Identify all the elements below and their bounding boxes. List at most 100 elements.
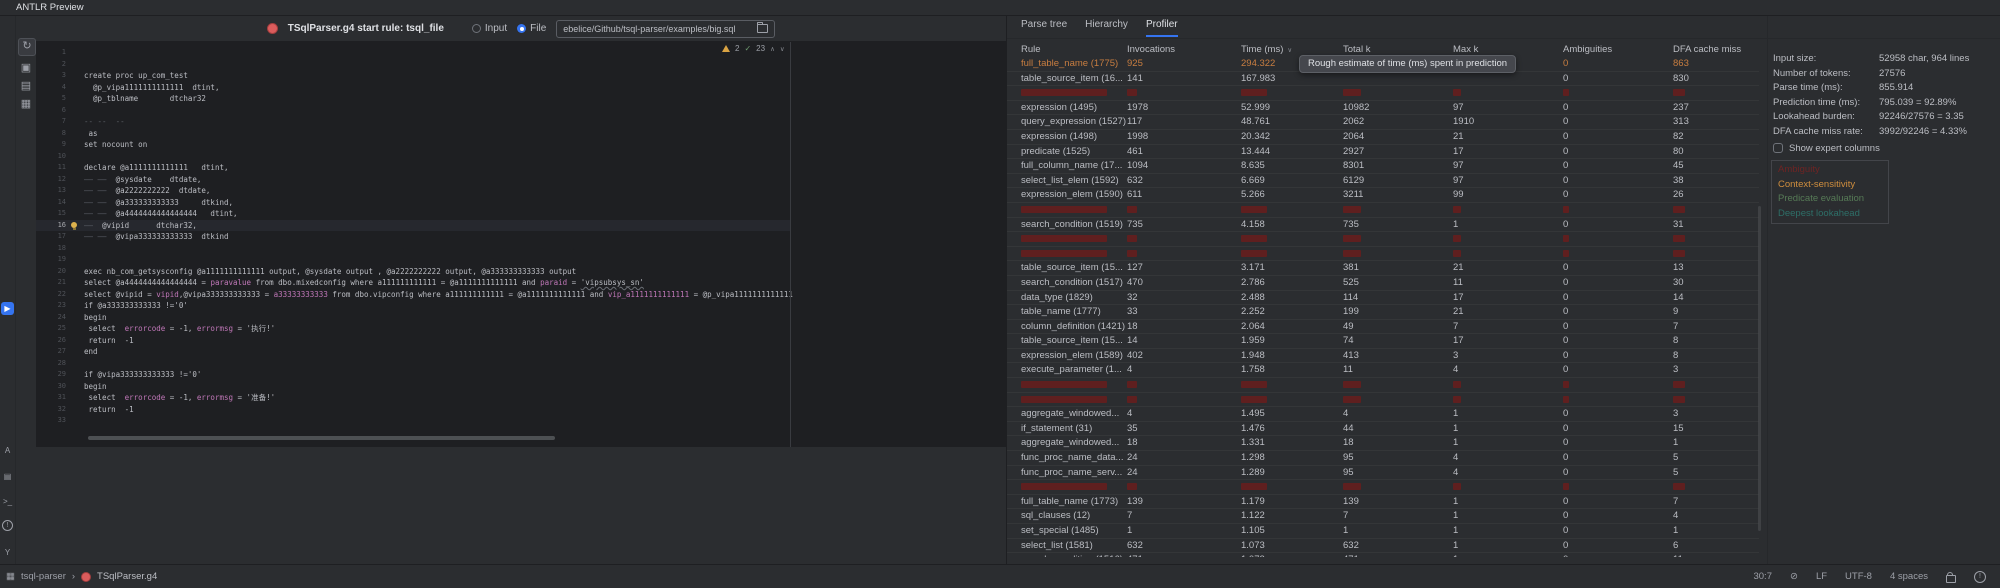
- code-line[interactable]: 1: [36, 47, 790, 59]
- profiler-row[interactable]: expression_elem (1590)6115.266321199026: [1007, 187, 1759, 202]
- code-line[interactable]: 17—— —— @vipa333333333333 dtkind: [36, 231, 790, 243]
- code-line[interactable]: 10: [36, 151, 790, 163]
- profiler-row[interactable]: aggregate_windowed...41.4954103: [1007, 406, 1759, 421]
- profiler-row[interactable]: aggregate_windowed...181.33118101: [1007, 435, 1759, 450]
- code-line[interactable]: 29if @vipa333333333333 !='0': [36, 369, 790, 381]
- file-path-field[interactable]: ebelice/Github/tsql-parser/examples/big.…: [556, 20, 775, 38]
- profiler-row-ambiguity[interactable]: [1007, 392, 1759, 407]
- profiler-row[interactable]: column_definition (1421)182.06449707: [1007, 319, 1759, 334]
- code-line[interactable]: 33: [36, 415, 790, 427]
- column-header[interactable]: DFA cache miss: [1673, 42, 1761, 58]
- profiler-row[interactable]: select_list_elem (1592)6326.669612997038: [1007, 173, 1759, 188]
- code-editor[interactable]: 123create proc up_com_test4 @p_vipa11111…: [36, 42, 1006, 447]
- profiler-row[interactable]: execute_parameter (1...41.75811403: [1007, 362, 1759, 377]
- profiler-row[interactable]: search_condition (1519)7354.1587351031: [1007, 217, 1759, 232]
- profiler-row[interactable]: query_expression (1527)11748.76120621910…: [1007, 114, 1759, 129]
- code-line[interactable]: 30begin: [36, 381, 790, 393]
- encoding[interactable]: UTF-8: [1845, 571, 1872, 582]
- logo-a-icon[interactable]: A: [1, 444, 14, 457]
- terminal-icon[interactable]: >_: [1, 495, 14, 508]
- input-radio[interactable]: Input: [472, 23, 507, 34]
- code-line[interactable]: 4 @p_vipa1111111111111 dtint,: [36, 82, 790, 94]
- profiler-row[interactable]: full_column_name (17...10948.63583019704…: [1007, 158, 1759, 173]
- code-line[interactable]: 6: [36, 105, 790, 117]
- notification-icon[interactable]: !: [1974, 571, 1986, 583]
- column-header[interactable]: Rule: [1021, 42, 1127, 58]
- profiler-row[interactable]: expression (1495)197852.99910982970237: [1007, 100, 1759, 115]
- profiler-row-ambiguity[interactable]: [1007, 479, 1759, 494]
- grid-icon[interactable]: ▦: [18, 96, 34, 112]
- code-line[interactable]: 24begin: [36, 312, 790, 324]
- code-line[interactable]: 12—— —— @sysdate dtdate,: [36, 174, 790, 186]
- code-line[interactable]: 15—— —— @a4444444444444444 dtint,: [36, 208, 790, 220]
- profiler-row[interactable]: expression_elem (1589)4021.948413308: [1007, 348, 1759, 363]
- code-line[interactable]: 21select @a4444444444444444 = paravalue …: [36, 277, 790, 289]
- column-header[interactable]: Ambiguities: [1563, 42, 1673, 58]
- profiler-row[interactable]: select_list (1581)6321.073632106: [1007, 538, 1759, 553]
- profiler-row[interactable]: sql_clauses (12)71.1227104: [1007, 508, 1759, 523]
- refresh-icon[interactable]: ↻: [18, 38, 36, 56]
- structure-icon[interactable]: ▤: [1, 470, 14, 483]
- branch-icon[interactable]: Y: [1, 546, 14, 559]
- breadcrumb-project[interactable]: tsql-parser: [21, 571, 66, 582]
- problems-icon[interactable]: !: [1, 518, 14, 531]
- code-line[interactable]: 22select @vipid = vipid,@vipa33333333333…: [36, 289, 790, 301]
- code-line[interactable]: 14—— —— @a333333333333 dtkind,: [36, 197, 790, 209]
- profiler-row[interactable]: search_condition (1516)4711.0724711011: [1007, 552, 1759, 557]
- no-wrap-icon[interactable]: ⊘: [1790, 571, 1798, 582]
- profiler-row[interactable]: full_table_name (1773)1391.179139107: [1007, 494, 1759, 509]
- file-radio[interactable]: File: [517, 23, 546, 34]
- code-line[interactable]: 26 return -1: [36, 335, 790, 347]
- show-expert-columns-checkbox[interactable]: Show expert columns: [1773, 140, 1880, 156]
- code-line[interactable]: 11declare @a1111111111111 dtint,: [36, 162, 790, 174]
- code-line[interactable]: 27end: [36, 346, 790, 358]
- tab-parse-tree[interactable]: Parse tree: [1021, 19, 1067, 37]
- code-line[interactable]: 18: [36, 243, 790, 255]
- tab-hierarchy[interactable]: Hierarchy: [1085, 19, 1128, 37]
- line-ending[interactable]: LF: [1816, 571, 1827, 582]
- code-line[interactable]: 5 @p_tblname dtchar32: [36, 93, 790, 105]
- code-line[interactable]: 25 select errorcode = -1, errormsg = '执行…: [36, 323, 790, 335]
- profiler-row[interactable]: if_statement (31)351.476441015: [1007, 421, 1759, 436]
- inspection-widget[interactable]: 2 ✓ 23 ∧ ∨: [722, 44, 785, 53]
- code-line[interactable]: 23if @a333333333333 !='0': [36, 300, 790, 312]
- profiler-row[interactable]: predicate (1525)46113.444292717080: [1007, 144, 1759, 159]
- code-line[interactable]: 32 return -1: [36, 404, 790, 416]
- code-line[interactable]: 9set nocount on: [36, 139, 790, 151]
- code-line[interactable]: 8 as: [36, 128, 790, 140]
- lock-icon[interactable]: [1946, 575, 1956, 583]
- profiler-row-ambiguity[interactable]: [1007, 246, 1759, 261]
- profiler-row[interactable]: func_proc_name_data...241.29895405: [1007, 450, 1759, 465]
- code-line[interactable]: 7-- -- --: [36, 116, 790, 128]
- profiler-row-ambiguity[interactable]: [1007, 85, 1759, 100]
- profiler-row[interactable]: table_source_item (15...1273.17138121013: [1007, 260, 1759, 275]
- code-line[interactable]: 28: [36, 358, 790, 370]
- breadcrumb-file[interactable]: TSqlParser.g4: [97, 571, 157, 582]
- code-line[interactable]: 16—— @vipid dtchar32,: [36, 220, 790, 232]
- code-line[interactable]: 3create proc up_com_test: [36, 70, 790, 82]
- profiler-row-ambiguity[interactable]: [1007, 202, 1759, 217]
- antlr-preview-tool-button-icon[interactable]: ▶: [1, 302, 14, 315]
- layers-icon[interactable]: ▤: [18, 78, 34, 94]
- table-vertical-scrollbar[interactable]: [1758, 206, 1761, 531]
- column-header[interactable]: Invocations: [1127, 42, 1241, 58]
- indent-setting[interactable]: 4 spaces: [1890, 571, 1928, 582]
- folder-icon[interactable]: [757, 24, 768, 33]
- profiler-row[interactable]: set_special (1485)11.1051101: [1007, 523, 1759, 538]
- profiler-row[interactable]: data_type (1829)322.48811417014: [1007, 290, 1759, 305]
- profiler-row[interactable]: expression (1498)199820.342206421082: [1007, 129, 1759, 144]
- code-line[interactable]: 19: [36, 254, 790, 266]
- profiler-row[interactable]: table_name (1777)332.2521992109: [1007, 304, 1759, 319]
- tab-profiler[interactable]: Profiler: [1146, 19, 1178, 37]
- profiler-row-ambiguity[interactable]: [1007, 231, 1759, 246]
- profiler-row-ambiguity[interactable]: [1007, 377, 1759, 392]
- chevron-down-icon[interactable]: ∨: [780, 45, 785, 53]
- pointer-icon[interactable]: ▣: [18, 60, 34, 76]
- profiler-row[interactable]: table_source_item (15...141.959741708: [1007, 333, 1759, 348]
- code-line[interactable]: 31 select errorcode = -1, errormsg = '准备…: [36, 392, 790, 404]
- editor-horizontal-scrollbar[interactable]: [88, 436, 555, 440]
- profiler-row[interactable]: func_proc_name_serv...241.28995405: [1007, 465, 1759, 480]
- code-line[interactable]: 13—— —— @a2222222222 dtdate,: [36, 185, 790, 197]
- chevron-up-icon[interactable]: ∧: [770, 45, 775, 53]
- code-line[interactable]: 2: [36, 59, 790, 71]
